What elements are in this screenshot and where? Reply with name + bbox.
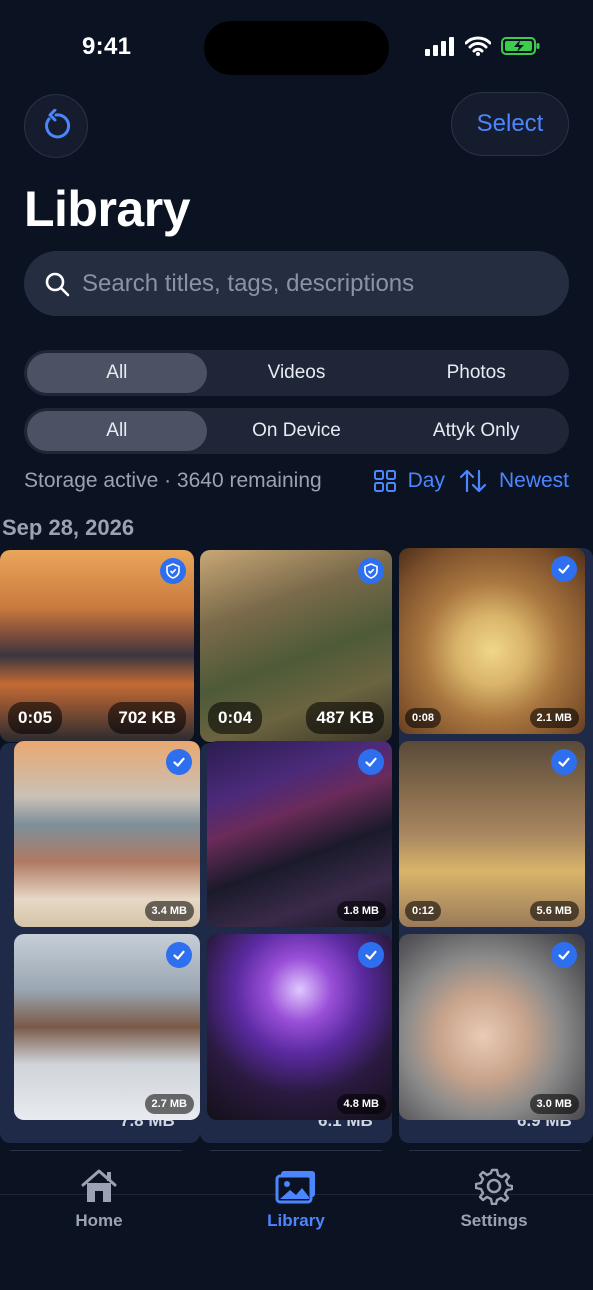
check-icon — [551, 749, 577, 775]
filter-all[interactable]: All — [27, 353, 207, 393]
status-icons — [425, 36, 541, 56]
divider — [210, 1150, 382, 1151]
tab-library-label: Library — [267, 1211, 325, 1230]
dynamic-island — [204, 21, 389, 75]
location-filter: All On Device Attyk Only — [24, 408, 569, 454]
tab-home[interactable]: Home — [24, 1169, 174, 1255]
location-all[interactable]: All — [27, 411, 207, 451]
location-on-device[interactable]: On Device — [207, 411, 387, 451]
size-badge: 2.1 MB — [529, 708, 579, 728]
check-icon — [166, 749, 192, 775]
filter-videos[interactable]: Videos — [207, 353, 387, 393]
location-attyk-only[interactable]: Attyk Only — [386, 411, 566, 451]
wifi-icon — [465, 36, 491, 56]
page-title: Library — [24, 181, 191, 237]
media-thumbnail[interactable]: 0:05 702 KB — [0, 550, 194, 742]
info-row: Storage active · 3640 remaining Day Newe… — [24, 466, 569, 496]
media-thumbnail[interactable]: 3.4 MB — [14, 741, 200, 927]
media-thumbnail[interactable]: 0:04 487 KB — [200, 550, 392, 742]
divider — [409, 1150, 581, 1151]
refresh-icon — [45, 109, 71, 139]
check-icon — [551, 556, 577, 582]
size-badge: 487 KB — [306, 702, 384, 734]
check-icon — [551, 942, 577, 968]
media-thumbnail[interactable]: 0:08 2.1 MB — [399, 548, 585, 734]
media-thumbnail[interactable]: 3.0 MB — [399, 934, 585, 1120]
status-time: 9:41 — [82, 33, 132, 60]
grid-icon[interactable] — [373, 470, 396, 492]
media-grid: 7.8 MB 6.1 MB 6.9 MB 0:05 702 KB 0:04 48… — [0, 548, 593, 1158]
shield-icon — [358, 558, 384, 584]
photos-icon — [275, 1171, 315, 1204]
tab-home-label: Home — [75, 1211, 123, 1230]
duration-badge: 0:04 — [208, 702, 263, 734]
filter-photos[interactable]: Photos — [386, 353, 566, 393]
refresh-button[interactable] — [24, 94, 88, 158]
size-badge: 5.6 MB — [529, 901, 579, 921]
battery-icon — [501, 37, 540, 55]
sort-button[interactable]: Newest — [499, 469, 569, 493]
size-badge: 1.8 MB — [336, 901, 386, 921]
media-thumbnail[interactable]: 0:12 5.6 MB — [399, 741, 585, 927]
media-type-filter: All Videos Photos — [24, 350, 569, 396]
size-badge: 4.8 MB — [336, 1094, 386, 1114]
size-badge: 2.7 MB — [144, 1094, 194, 1114]
tab-settings[interactable]: Settings — [419, 1168, 569, 1255]
sort-icon[interactable] — [459, 469, 487, 493]
search-input[interactable] — [82, 269, 542, 298]
search-bar[interactable] — [24, 251, 569, 316]
check-icon — [166, 942, 192, 968]
media-thumbnail[interactable]: 2.7 MB — [14, 934, 200, 1120]
size-badge: 702 KB — [108, 702, 186, 734]
size-badge: 3.4 MB — [144, 901, 194, 921]
media-thumbnail[interactable]: 4.8 MB — [207, 934, 392, 1120]
check-icon — [358, 942, 384, 968]
duration-badge: 0:12 — [405, 901, 442, 921]
select-button[interactable]: Select — [451, 92, 569, 156]
group-by-button[interactable]: Day — [408, 469, 445, 493]
duration-badge: 0:05 — [8, 702, 63, 734]
duration-badge: 0:08 — [405, 708, 442, 728]
check-icon — [358, 749, 384, 775]
shield-icon — [160, 558, 186, 584]
section-date: Sep 28, 2026 — [2, 515, 135, 540]
search-icon — [45, 272, 70, 296]
house-icon — [81, 1169, 117, 1202]
tab-library[interactable]: Library — [221, 1171, 371, 1255]
signal-icon — [425, 37, 454, 56]
media-thumbnail[interactable]: 1.8 MB — [207, 741, 392, 927]
size-badge: 3.0 MB — [529, 1094, 579, 1114]
tab-bar: Home Library Settings — [0, 1168, 593, 1290]
gear-icon — [475, 1168, 513, 1205]
storage-status: Storage active · 3640 remaining — [24, 469, 322, 492]
divider — [10, 1150, 182, 1151]
status-bar: 9:41 — [0, 0, 593, 90]
tab-settings-label: Settings — [460, 1211, 528, 1230]
